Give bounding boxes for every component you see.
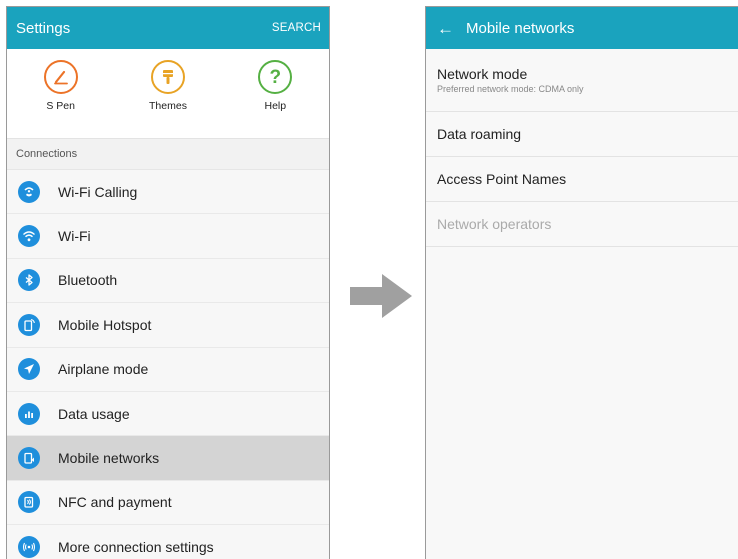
connections-section-header: Connections bbox=[7, 139, 329, 170]
airplane-icon bbox=[18, 358, 40, 381]
s-pen-shortcut[interactable]: S Pen bbox=[21, 60, 101, 112]
list-item-more-connection-settings[interactable]: More connection settings bbox=[7, 525, 329, 559]
access-point-names-label: Access Point Names bbox=[437, 171, 567, 187]
list-item-label: Wi-Fi Calling bbox=[58, 183, 138, 200]
list-item-label: Bluetooth bbox=[58, 272, 118, 289]
quick-settings-row: S Pen Themes ? Help bbox=[7, 49, 329, 139]
network-operators-label: Network operators bbox=[437, 216, 552, 232]
settings-screen: Settings SEARCH S Pen Themes ? Help Conn… bbox=[6, 6, 330, 559]
list-item-wifi[interactable]: Wi-Fi bbox=[7, 214, 329, 259]
help-icon: ? bbox=[258, 60, 293, 94]
list-item-label: More connection settings bbox=[58, 538, 214, 555]
search-button[interactable]: SEARCH bbox=[272, 22, 321, 34]
network-mode-label: Network mode bbox=[437, 66, 528, 82]
hotspot-icon bbox=[18, 313, 40, 336]
data-roaming-row[interactable]: Data roaming bbox=[426, 112, 738, 157]
wifi-calling-icon bbox=[18, 180, 40, 203]
mobile-networks-icon bbox=[18, 447, 40, 470]
list-item-label: NFC and payment bbox=[58, 494, 172, 511]
list-item-bluetooth[interactable]: Bluetooth bbox=[7, 258, 329, 304]
list-item-label: Mobile Hotspot bbox=[58, 316, 152, 333]
list-item-mobile-networks[interactable]: Mobile networks bbox=[7, 436, 329, 481]
arrow-right-icon bbox=[350, 274, 412, 318]
list-item-airplane-mode[interactable]: Airplane mode bbox=[7, 347, 329, 392]
s-pen-label: S Pen bbox=[46, 100, 75, 112]
network-mode-row[interactable]: Network mode Preferred network mode: CDM… bbox=[426, 49, 738, 112]
network-mode-summary: Preferred network mode: CDMA only bbox=[437, 84, 584, 94]
mobile-networks-title: Mobile networks bbox=[466, 19, 575, 37]
settings-app-bar: Settings SEARCH bbox=[7, 7, 329, 49]
help-label: Help bbox=[264, 100, 287, 112]
themes-label: Themes bbox=[149, 100, 187, 112]
settings-title: Settings bbox=[16, 19, 71, 37]
mobile-networks-screen: ← Mobile networks Network mode Preferred… bbox=[425, 6, 738, 559]
themes-shortcut[interactable]: Themes bbox=[128, 60, 208, 112]
s-pen-icon bbox=[43, 60, 78, 94]
mobile-networks-app-bar: ← Mobile networks bbox=[426, 7, 738, 49]
arrow-left-icon[interactable]: ← bbox=[437, 20, 454, 37]
access-point-names-row[interactable]: Access Point Names bbox=[426, 157, 738, 202]
bluetooth-icon bbox=[18, 269, 40, 292]
list-item-label: Mobile networks bbox=[58, 450, 160, 467]
list-item-mobile-hotspot[interactable]: Mobile Hotspot bbox=[7, 303, 329, 348]
more-connections-icon bbox=[18, 535, 40, 558]
list-item-label: Wi-Fi bbox=[58, 228, 91, 245]
nfc-icon bbox=[18, 491, 40, 514]
list-item-label: Airplane mode bbox=[58, 361, 149, 378]
data-roaming-label: Data roaming bbox=[437, 126, 522, 142]
data-usage-icon bbox=[18, 402, 40, 425]
list-item-label: Data usage bbox=[58, 405, 130, 422]
help-shortcut[interactable]: ? Help bbox=[235, 60, 315, 112]
list-item-wifi-calling[interactable]: Wi-Fi Calling bbox=[7, 170, 329, 215]
themes-icon bbox=[150, 60, 185, 94]
list-item-data-usage[interactable]: Data usage bbox=[7, 391, 329, 437]
network-operators-row: Network operators bbox=[426, 202, 738, 247]
wifi-icon bbox=[18, 225, 40, 248]
list-item-nfc-and-payment[interactable]: NFC and payment bbox=[7, 480, 329, 526]
